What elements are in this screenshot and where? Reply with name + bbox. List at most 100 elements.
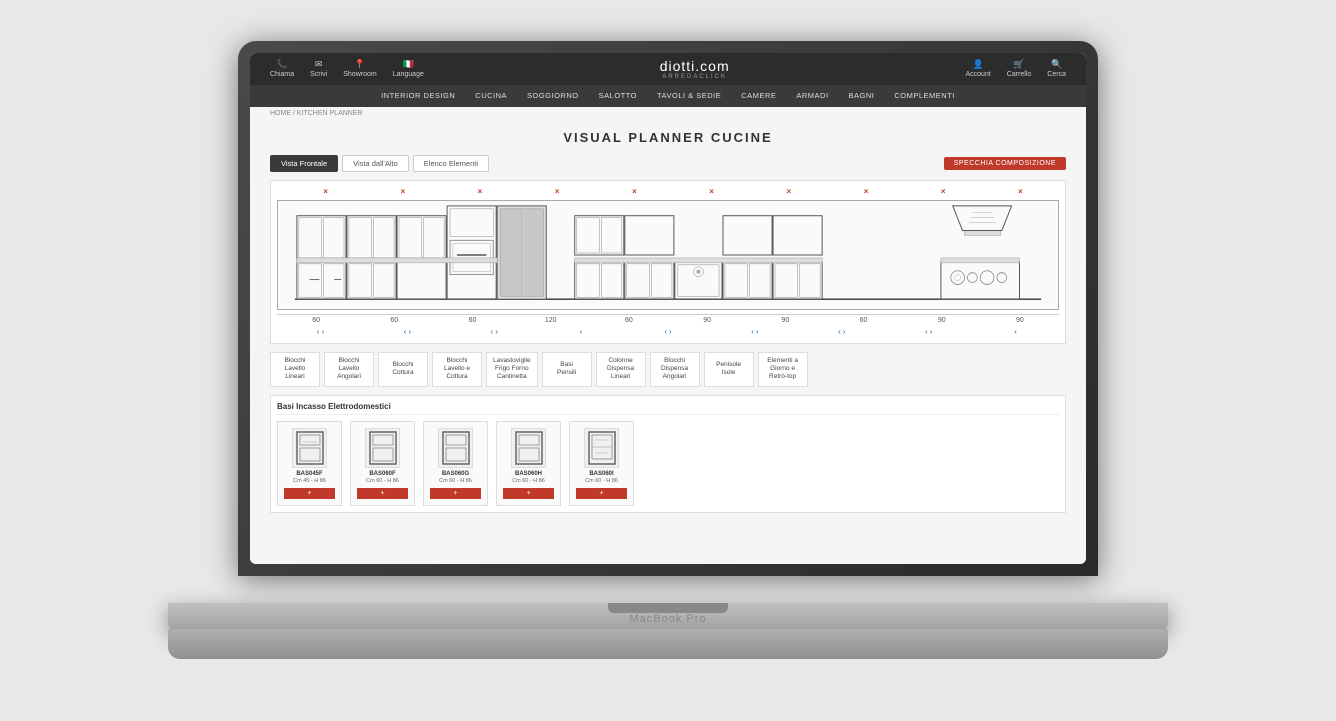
utility-language[interactable]: 🇮🇹 Language: [393, 59, 424, 78]
product-section: Basi Incasso Elettrodomestici: [270, 395, 1066, 513]
cat-lavastoviglie[interactable]: LavastoviglieFrigo FornoCantinetta: [486, 352, 538, 387]
delete-col-10[interactable]: ×: [982, 187, 1059, 196]
product-add-btn-3[interactable]: +: [503, 488, 554, 499]
cat-blocchi-lavello-lineari[interactable]: BlocchiLavelloLineari: [270, 352, 320, 387]
measure-9: 90: [903, 317, 981, 324]
tab-elenco-elementi[interactable]: Elenco Elementi: [413, 155, 489, 172]
product-add-btn-0[interactable]: +: [284, 488, 335, 499]
nav-cucina[interactable]: CUCINA: [475, 91, 507, 100]
cat-penisole-isole[interactable]: PenisoleIsole: [704, 352, 754, 387]
phone-icon: 📞: [276, 59, 287, 70]
product-card-3: BAS060H Cm 60 - H 86 +: [496, 421, 561, 506]
nav-bagni[interactable]: BAGNI: [849, 91, 875, 100]
utility-bar: 📞 Chiama ✉ Scrivi 📍 Showroom 🇮🇹: [250, 53, 1086, 85]
account-icon: 👤: [973, 59, 984, 70]
macbook-label: MacBook Pro: [629, 613, 706, 625]
product-add-btn-1[interactable]: +: [357, 488, 408, 499]
delete-col-3[interactable]: ×: [441, 187, 518, 196]
measure-4: 120: [512, 317, 590, 324]
search-label: Cerca: [1047, 71, 1066, 78]
cat-blocchi-lavello-angolari[interactable]: BlocchiLavelloAngolari: [324, 352, 374, 387]
utility-call[interactable]: 📞 Chiama: [270, 59, 294, 78]
planner-tabs: Vista Frontale Vista dall'Alto Elenco El…: [270, 155, 1066, 172]
arrow-group-1: ‹ ›: [277, 327, 364, 336]
nav-camere[interactable]: CAMERE: [741, 91, 776, 100]
nav-salotto[interactable]: SALOTTO: [599, 91, 637, 100]
nav-interior-design[interactable]: INTERIOR DESIGN: [381, 91, 455, 100]
arrow-left-7[interactable]: ‹: [838, 327, 841, 336]
arrow-left-4[interactable]: ‹: [580, 327, 583, 336]
breadcrumb: HOME / KITCHEN PLANNER: [250, 107, 1086, 120]
arrow-left-1[interactable]: ‹: [317, 327, 320, 336]
cat-blocchi-dispensa-angolari[interactable]: BlocchiDispensaAngolari: [650, 352, 700, 387]
nav-armadi[interactable]: ARMADI: [796, 91, 828, 100]
tab-vista-alto[interactable]: Vista dall'Alto: [342, 155, 409, 172]
product-add-btn-2[interactable]: +: [430, 488, 481, 499]
arrow-right-8[interactable]: ›: [930, 327, 933, 336]
delete-col-7[interactable]: ×: [750, 187, 827, 196]
products-row: BAS045F Cm 45 - H 86 +: [277, 421, 1059, 506]
email-label: Scrivi: [310, 71, 327, 78]
arrow-right-6[interactable]: ›: [756, 327, 759, 336]
delete-col-5[interactable]: ×: [596, 187, 673, 196]
measure-8: 60: [824, 317, 902, 324]
delete-col-1[interactable]: ×: [287, 187, 364, 196]
cat-blocchi-lavello-cottura[interactable]: BlocchiLavello eCottura: [432, 352, 482, 387]
arrow-left-2[interactable]: ‹: [404, 327, 407, 336]
location-icon: 📍: [354, 59, 365, 70]
tab-vista-frontale[interactable]: Vista Frontale: [270, 155, 338, 172]
website: 📞 Chiama ✉ Scrivi 📍 Showroom 🇮🇹: [250, 53, 1086, 564]
measure-3: 60: [433, 317, 511, 324]
measure-1: 60: [277, 317, 355, 324]
cat-colonne-dispensa[interactable]: ColonneDispensaLineari: [596, 352, 646, 387]
specchia-composizione-button[interactable]: SPECCHIA COMPOSIZIONE: [944, 157, 1066, 170]
nav-soggiorno[interactable]: SOGGIORNO: [527, 91, 579, 100]
logo-sub: ARREDACLICK: [662, 74, 727, 80]
measure-10: 90: [981, 317, 1059, 324]
arrow-right-3[interactable]: ›: [495, 327, 498, 336]
utility-showroom[interactable]: 📍 Showroom: [343, 59, 376, 78]
product-icon-4: [584, 428, 619, 468]
utility-cart[interactable]: 🛒 Carrello: [1007, 59, 1032, 78]
arrow-right-1[interactable]: ›: [321, 327, 324, 336]
arrow-group-5: ‹ ›: [625, 327, 712, 336]
arrow-left-3[interactable]: ‹: [491, 327, 494, 336]
arrow-group-6: ‹ ›: [711, 327, 798, 336]
arrow-right-2[interactable]: ›: [408, 327, 411, 336]
utility-search[interactable]: 🔍 Cerca: [1047, 59, 1066, 78]
delete-col-6[interactable]: ×: [673, 187, 750, 196]
utility-email[interactable]: ✉ Scrivi: [310, 59, 327, 78]
arrow-left-6[interactable]: ‹: [751, 327, 754, 336]
measure-5: 60: [590, 317, 668, 324]
cat-elementi-giorno[interactable]: Elementi aGiorno eRetrò-top: [758, 352, 808, 387]
call-label: Chiama: [270, 71, 294, 78]
delete-col-9[interactable]: ×: [905, 187, 982, 196]
arrow-left-9[interactable]: ‹: [1014, 327, 1017, 336]
language-label: Language: [393, 71, 424, 78]
arrow-right-5[interactable]: ›: [669, 327, 672, 336]
logo-area[interactable]: diotti.com ARREDACLICK: [660, 58, 730, 80]
delete-col-4[interactable]: ×: [519, 187, 596, 196]
nav-complementi[interactable]: COMPLEMENTI: [894, 91, 955, 100]
account-label: Account: [965, 71, 990, 78]
page-content: VISUAL PLANNER CUCINE Vista Frontale Vis…: [250, 120, 1086, 523]
arrow-right-7[interactable]: ›: [843, 327, 846, 336]
delete-col-8[interactable]: ×: [827, 187, 904, 196]
utility-right: 👤 Account 🛒 Carrello 🔍 Cerca: [965, 59, 1066, 78]
cat-basi-pensili[interactable]: BasiPensili: [542, 352, 592, 387]
product-dims-3: Cm 60 - H 86: [503, 478, 554, 484]
cat-blocchi-cottura[interactable]: BlocchiCottura: [378, 352, 428, 387]
nav-tavoli[interactable]: TAVOLI & SEDIE: [657, 91, 721, 100]
arrow-left-5[interactable]: ‹: [664, 327, 667, 336]
laptop-wrapper: 📞 Chiama ✉ Scrivi 📍 Showroom 🇮🇹: [168, 41, 1168, 681]
arrow-left-8[interactable]: ‹: [925, 327, 928, 336]
utility-account[interactable]: 👤 Account: [965, 59, 990, 78]
product-dims-0: Cm 45 - H 86: [284, 478, 335, 484]
measure-7: 90: [746, 317, 824, 324]
delete-row: × × × × × × × × × ×: [277, 187, 1059, 196]
kitchen-visualization: [277, 200, 1059, 310]
delete-col-2[interactable]: ×: [364, 187, 441, 196]
product-code-4: BAS060I: [576, 471, 627, 477]
product-dims-2: Cm 60 - H 86: [430, 478, 481, 484]
product-add-btn-4[interactable]: +: [576, 488, 627, 499]
